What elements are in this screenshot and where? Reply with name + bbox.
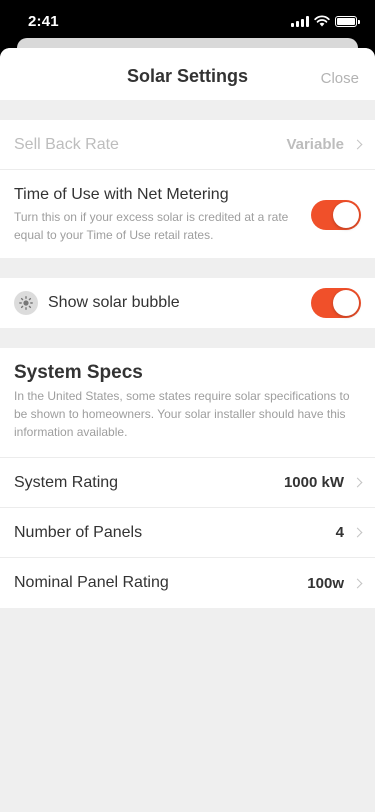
rate-settings-group: Sell Back Rate Variable Time of Use with…	[0, 120, 375, 258]
time-of-use-text: Time of Use with Net Metering Turn this …	[14, 186, 311, 244]
status-time: 2:41	[28, 13, 59, 30]
chevron-right-icon	[352, 477, 363, 488]
wifi-icon	[314, 15, 330, 27]
sell-back-rate-label: Sell Back Rate	[14, 135, 119, 153]
toggle-knob	[333, 290, 359, 316]
sell-back-rate-value: Variable	[286, 136, 344, 153]
status-icons	[291, 15, 360, 27]
signal-icon	[291, 15, 309, 27]
nav-header: Solar Settings Close	[0, 48, 375, 100]
time-of-use-row: Time of Use with Net Metering Turn this …	[0, 170, 375, 258]
number-of-panels-value: 4	[335, 524, 344, 541]
toggle-knob	[333, 202, 359, 228]
chevron-right-icon	[352, 527, 363, 538]
system-rating-label: System Rating	[14, 473, 119, 491]
time-of-use-description: Turn this on if your excess solar is cre…	[14, 210, 289, 242]
nominal-panel-rating-label: Nominal Panel Rating	[14, 574, 169, 591]
nominal-panel-rating-value: 100w	[307, 574, 344, 592]
solar-bubble-left: Show solar bubble	[14, 291, 180, 315]
solar-bubble-group: Show solar bubble	[0, 278, 375, 328]
close-button[interactable]: Close	[321, 70, 359, 87]
nominal-panel-rating-right: 100w	[307, 574, 363, 592]
system-specs-group: System Specs In the United States, some …	[0, 348, 375, 608]
nominal-panel-rating-row[interactable]: Nominal Panel Rating 100w	[0, 558, 375, 608]
system-rating-row[interactable]: System Rating 1000 kW	[0, 458, 375, 508]
solar-bubble-row: Show solar bubble	[0, 278, 375, 328]
system-specs-title: System Specs	[14, 362, 143, 383]
time-of-use-toggle[interactable]	[311, 200, 361, 230]
solar-settings-sheet: Solar Settings Close Sell Back Rate Vari…	[0, 48, 375, 812]
number-of-panels-right: 4	[335, 524, 363, 541]
sun-icon	[14, 291, 38, 315]
chevron-right-icon	[352, 578, 363, 588]
sell-back-rate-row[interactable]: Sell Back Rate Variable	[0, 120, 375, 170]
system-rating-right: 1000 kW	[283, 474, 363, 491]
page-title: Solar Settings	[126, 66, 249, 86]
battery-icon	[335, 15, 360, 27]
time-of-use-title: Time of Use with Net Metering	[14, 186, 229, 203]
sell-back-rate-right: Variable	[286, 136, 363, 153]
number-of-panels-label: Number of Panels	[14, 523, 143, 541]
system-specs-header: System Specs In the United States, some …	[0, 348, 375, 458]
number-of-panels-row[interactable]: Number of Panels 4	[0, 508, 375, 558]
solar-bubble-label: Show solar bubble	[48, 294, 180, 311]
system-specs-description: In the United States, some states requir…	[14, 389, 350, 439]
chevron-right-icon	[352, 139, 363, 150]
system-rating-value: 1000 kW	[283, 474, 344, 491]
solar-bubble-toggle[interactable]	[311, 288, 361, 318]
